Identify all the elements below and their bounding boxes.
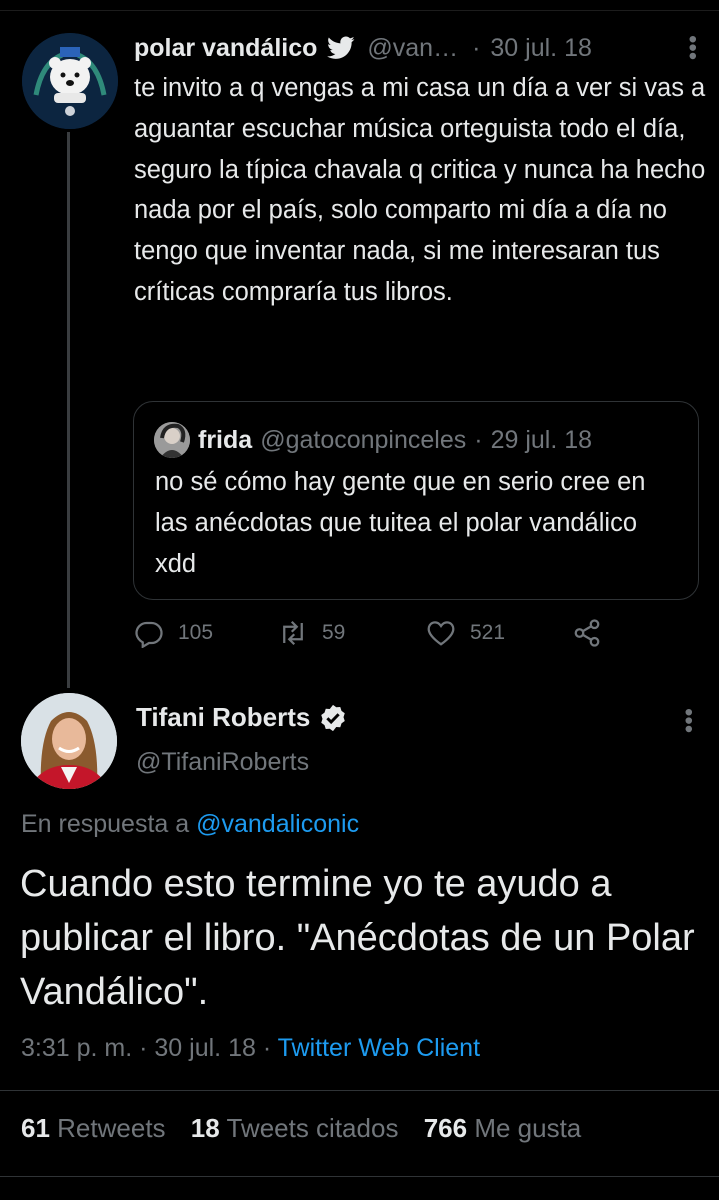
main-avatar[interactable] — [21, 693, 117, 789]
meta-separator-2: · — [262, 1034, 272, 1062]
tweet-stats: 61 Retweets 18 Tweets citados 766 Me gus… — [21, 1113, 599, 1144]
retweet-icon — [283, 620, 303, 646]
parent-avatar[interactable] — [22, 33, 118, 129]
tweet-date[interactable]: 30 jul. 18 — [154, 1034, 255, 1062]
quoted-author-name: frida — [198, 425, 253, 454]
share-icon — [574, 619, 600, 647]
retweets-stat-count: 61 — [21, 1113, 50, 1143]
reply-mention-link[interactable]: @vandaliconic — [196, 810, 359, 838]
heart-icon — [427, 621, 455, 646]
tifani-avatar-image — [21, 693, 117, 789]
polar-bear-avatar-image — [22, 33, 118, 129]
quoted-author-avatar — [154, 422, 190, 458]
parent-tweet-date[interactable]: 30 jul. 18 — [490, 34, 591, 63]
reply-icon — [135, 621, 163, 648]
more-options-icon[interactable]: ••• — [679, 35, 706, 60]
retweet-count: 59 — [322, 621, 346, 644]
quoted-avatar-image — [154, 422, 190, 458]
verified-badge-icon — [321, 704, 346, 731]
parent-tweet-header: polar vandálico @van… · 30 jul. 18 ••• — [134, 30, 706, 66]
likes-stat-count: 766 — [423, 1113, 468, 1143]
like-button[interactable]: 521 — [426, 618, 505, 648]
reply-button[interactable]: 105 — [134, 618, 213, 648]
parent-tweet-actions: 105 59 521 — [134, 618, 614, 658]
quotes-stat-count: 18 — [190, 1113, 220, 1143]
header-separator: · — [472, 33, 481, 62]
thread-line — [67, 132, 70, 688]
parent-author-handle[interactable]: @van… — [367, 34, 458, 63]
top-divider — [0, 10, 719, 11]
likes-stat-label: Me gusta — [474, 1113, 582, 1143]
quotes-stat[interactable]: 18 Tweets citados — [191, 1113, 399, 1143]
parent-tweet-text: te invito a q vengas a mi casa un día a … — [134, 74, 706, 306]
main-tweet-text: Cuando esto termine yo te ayudo a public… — [20, 863, 695, 1013]
meta-separator-1: · — [139, 1034, 148, 1062]
reply-count: 105 — [178, 621, 214, 644]
quoted-tweet[interactable]: frida @gatoconpinceles · 29 jul. 18 no s… — [133, 401, 699, 600]
like-count: 521 — [470, 621, 506, 644]
retweet-button[interactable]: 59 — [278, 618, 345, 648]
main-author-name[interactable]: Tifani Roberts — [136, 702, 310, 733]
quote-separator: · — [474, 425, 483, 454]
stats-top-divider — [0, 1090, 719, 1091]
main-author-handle[interactable]: @TifaniRoberts — [136, 748, 309, 777]
tweet-meta: 3:31 p. m. · 30 jul. 18 · Twitter Web Cl… — [21, 1034, 480, 1063]
stats-bottom-divider — [0, 1176, 719, 1177]
reply-prefix: En respuesta a — [21, 810, 190, 838]
quoted-tweet-date: 29 jul. 18 — [490, 425, 593, 454]
quoted-author-handle: @gatoconpinceles — [260, 425, 467, 454]
tweet-client-link[interactable]: Twitter Web Client — [278, 1034, 480, 1062]
parent-author-name[interactable]: polar vandálico — [134, 34, 317, 63]
main-author-name-row: Tifani Roberts — [136, 702, 348, 733]
quoted-tweet-header: frida @gatoconpinceles · 29 jul. 18 — [154, 422, 592, 458]
likes-stat[interactable]: 766 Me gusta — [424, 1113, 582, 1143]
quotes-stat-label: Tweets citados — [226, 1113, 399, 1143]
tweet-time[interactable]: 3:31 p. m. — [21, 1034, 132, 1062]
twitter-bird-icon — [327, 36, 355, 59]
retweets-stat[interactable]: 61 Retweets — [21, 1113, 166, 1143]
retweets-stat-label: Retweets — [57, 1113, 166, 1143]
quoted-tweet-text: no sé cómo hay gente que en serio cree e… — [155, 468, 646, 578]
share-button[interactable] — [572, 618, 616, 648]
reply-context: En respuesta a @vandaliconic — [21, 810, 359, 839]
main-more-options-icon[interactable]: ••• — [674, 708, 702, 733]
